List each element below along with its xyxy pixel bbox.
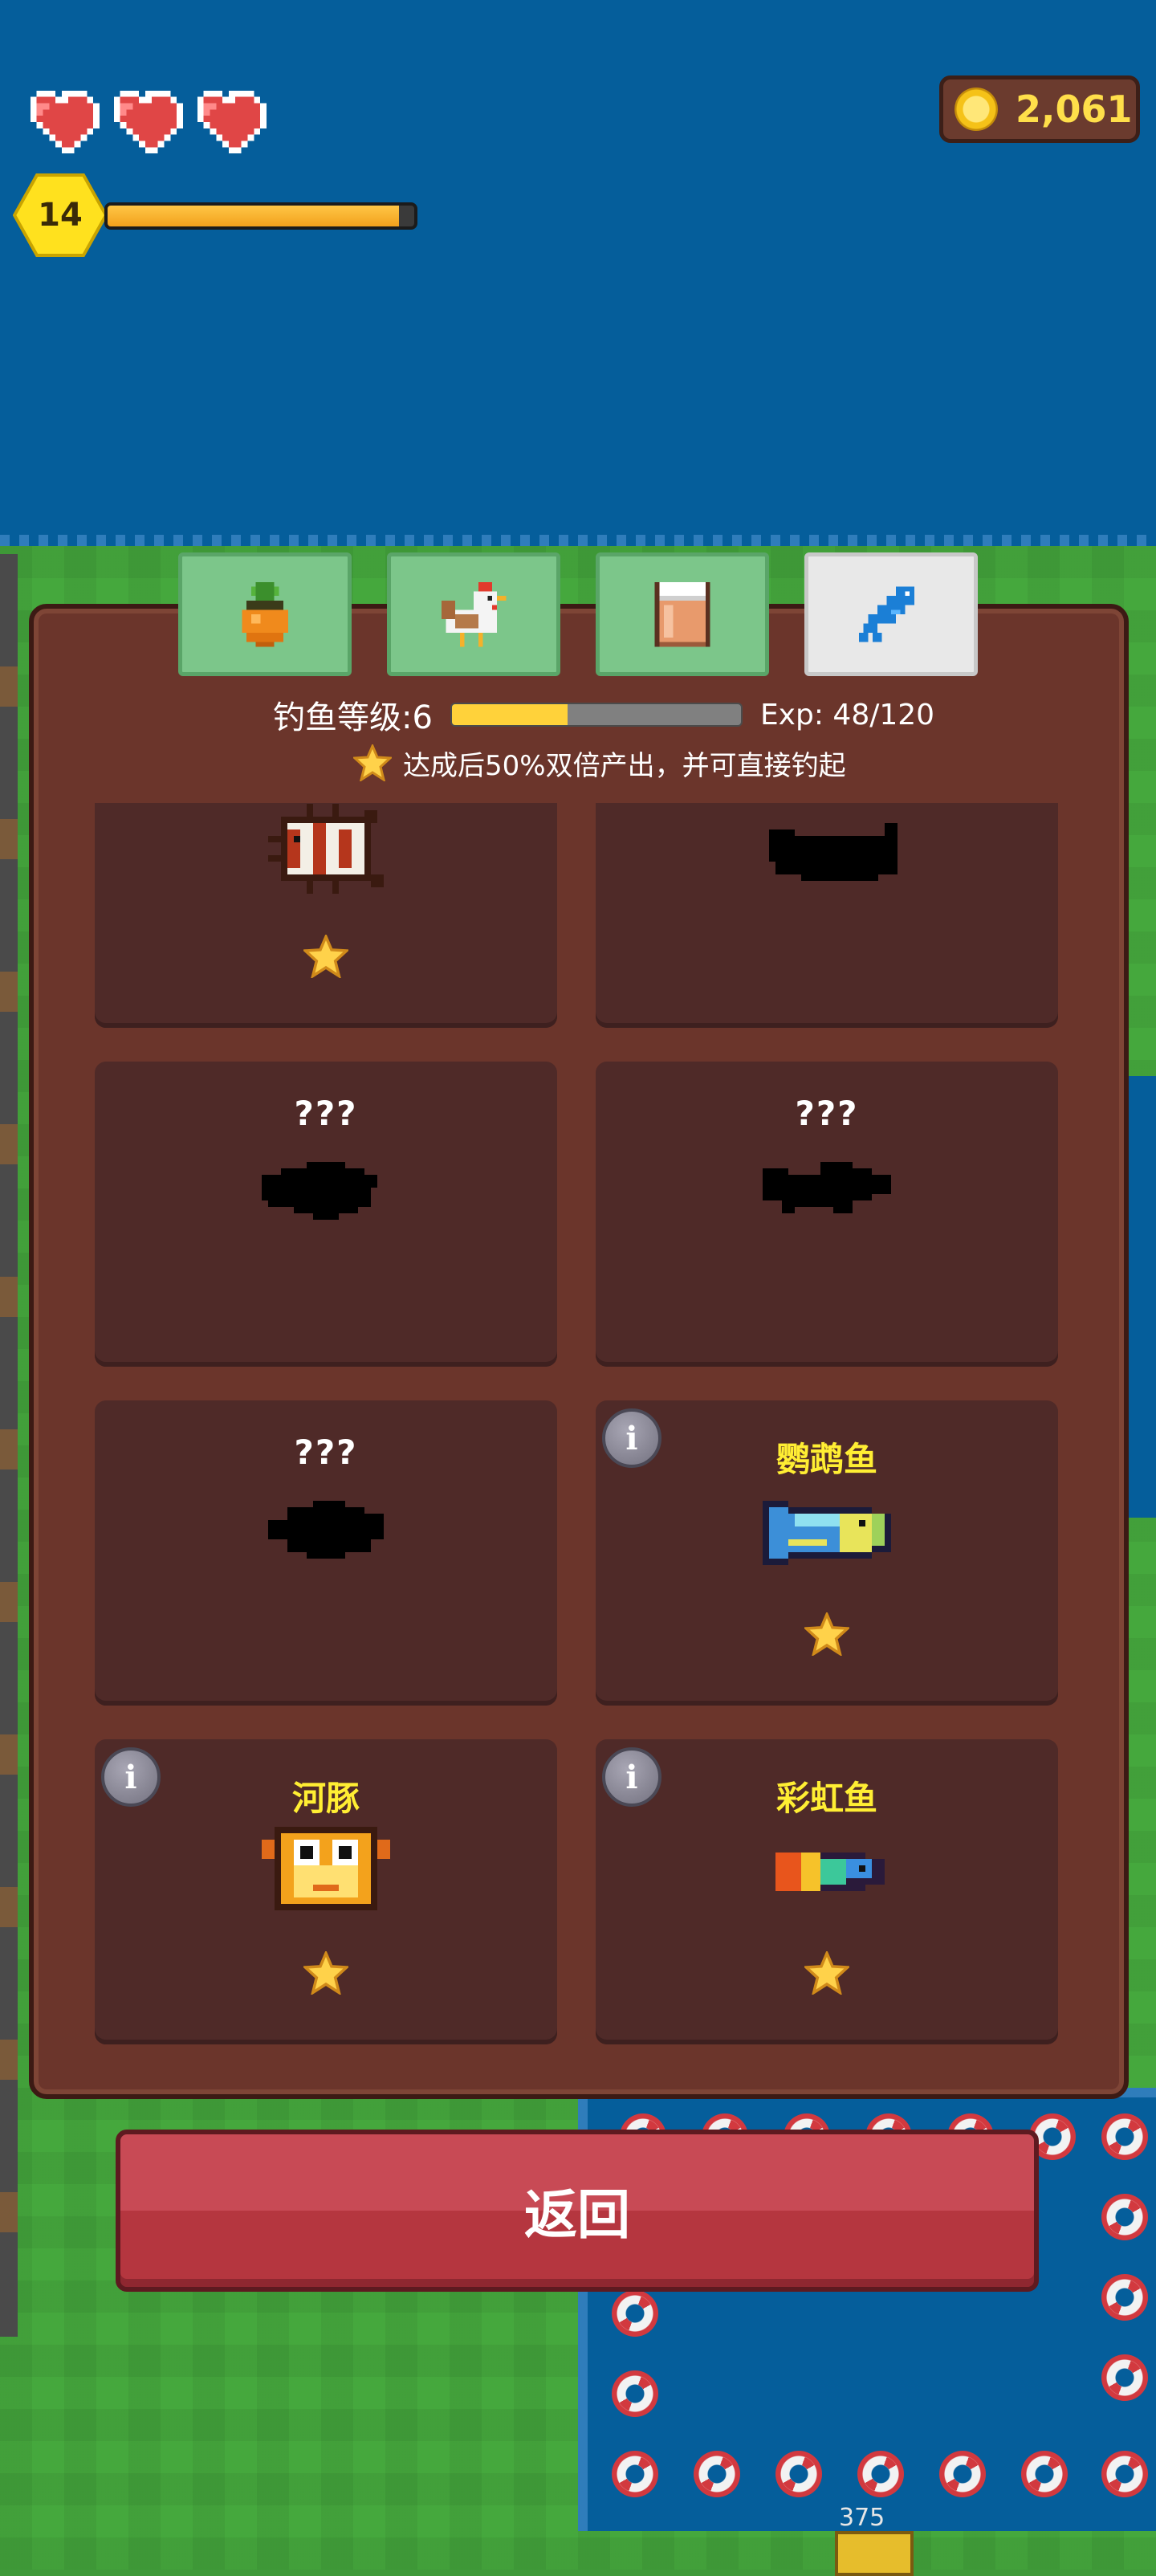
mastery-bonus-text: 达成后50%双倍产出，并可直接钓起 [403, 749, 846, 782]
back-button[interactable]: 返回 [116, 2130, 1039, 2292]
tab-livestock[interactable] [387, 552, 560, 676]
fish-icon [858, 586, 914, 642]
category-tabs [178, 552, 978, 676]
water-strip [1128, 1076, 1156, 1518]
fish-card[interactable]: ??? [596, 1062, 1058, 1367]
chicken-icon [441, 581, 507, 647]
life-ring-icon [612, 2370, 658, 2417]
tab-farming[interactable] [178, 552, 352, 676]
unknown-fish-silhouette-icon [756, 1135, 898, 1240]
life-ring-icon [775, 2451, 822, 2497]
life-ring-icon [1101, 2451, 1148, 2497]
fish-card[interactable]: i 河豚 [95, 1739, 557, 2044]
fishing-level-row: 钓鱼等级:6 Exp: 48/120 [273, 692, 995, 737]
star-icon [803, 1950, 851, 1996]
life-ring-icon [1101, 2113, 1148, 2160]
player-xp-bar [104, 202, 417, 230]
carrot-icon [242, 581, 288, 647]
pufferfish-icon [255, 1813, 397, 1918]
life-ring-icon [1101, 2194, 1148, 2240]
life-ring-icon [1101, 2274, 1148, 2321]
life-ring-icon [694, 2451, 740, 2497]
fishing-level-fill [451, 704, 568, 725]
life-ring-icon [1101, 2354, 1148, 2401]
fence [0, 554, 18, 2337]
star-icon [803, 1611, 851, 1657]
heart-icon [24, 90, 100, 154]
life-ring-icon [1021, 2451, 1068, 2497]
fish-card[interactable]: ??? [95, 1400, 557, 1706]
fishing-level-bar [450, 703, 743, 727]
life-ring-icon [612, 2290, 658, 2337]
mastery-bonus-row: 达成后50%双倍产出，并可直接钓起 [352, 739, 846, 787]
fish-card[interactable]: i 彩虹鱼 [596, 1739, 1058, 2044]
star-icon [302, 1950, 350, 1996]
heart-icon [108, 90, 183, 154]
health-hearts [24, 90, 267, 154]
fish-card[interactable]: ??? [95, 1062, 557, 1367]
tab-kitchen[interactable] [596, 552, 769, 676]
heart-icon [191, 90, 267, 154]
fish-card[interactable]: i 鹦鹉鱼 [596, 1400, 1058, 1706]
fish-name: ??? [294, 1094, 358, 1133]
fishing-level-label: 钓鱼等级:6 [273, 699, 433, 736]
map-level-label: 375 [839, 2504, 885, 2532]
jar-icon [654, 581, 710, 647]
parrotfish-icon [756, 1474, 898, 1579]
fish-name: ??? [795, 1094, 859, 1133]
life-ring-icon [612, 2451, 658, 2497]
star-icon [352, 743, 393, 783]
player-level: 14 [38, 197, 83, 234]
rainbowfish-icon [756, 1813, 898, 1918]
fish-name: ??? [294, 1433, 358, 1472]
fish-collection-grid: i狮子鱼???????????? i鹦鹉鱼i河豚i彩虹鱼 [95, 803, 1058, 2072]
coin-amount: 2,061 [1016, 88, 1133, 131]
coin-icon [955, 88, 998, 131]
life-ring-icon [857, 2451, 904, 2497]
star-icon [302, 933, 350, 980]
coin-counter[interactable]: 2,061 [939, 75, 1140, 143]
fish-card[interactable]: i狮子鱼 [95, 803, 557, 1028]
tab-fishing[interactable] [804, 552, 978, 676]
unknown-fish-silhouette-icon [756, 803, 898, 901]
life-ring-icon [939, 2451, 986, 2497]
lionfish-icon [255, 803, 397, 901]
fish-card[interactable]: ??? [596, 803, 1058, 1028]
player-xp-fill [108, 206, 399, 226]
fishing-exp-text: Exp: 48/120 [759, 698, 935, 732]
unknown-fish-silhouette-icon [255, 1474, 397, 1579]
unknown-fish-silhouette-icon [255, 1135, 397, 1240]
